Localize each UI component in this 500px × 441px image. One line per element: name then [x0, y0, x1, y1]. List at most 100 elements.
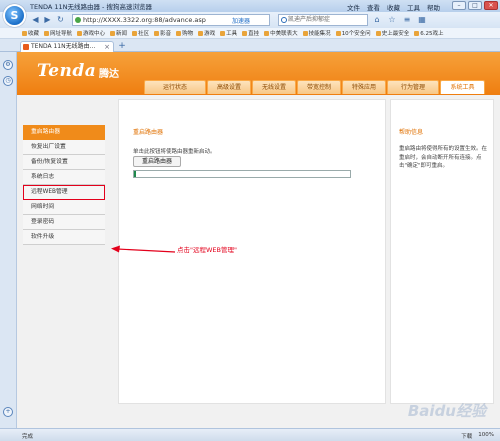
- gear-icon[interactable]: ⚙: [3, 60, 13, 70]
- router-page: Tenda 腾达 运行状态 高级设置 无线设置 带宽控制 特殊应用 行为管理 系统工具 重启…: [17, 52, 500, 428]
- panel-description: 单击此按钮将使路由器重新启动。: [133, 149, 216, 155]
- favorites-item[interactable]: 直挂: [242, 29, 259, 37]
- nav-tab[interactable]: 特殊应用: [342, 80, 386, 94]
- home-icon[interactable]: ⌂: [372, 15, 382, 25]
- folder-icon: [77, 30, 83, 36]
- back-icon[interactable]: ◀: [30, 15, 41, 25]
- help-panel: 帮助信息 重启路由将使得所有的设置生效。在重启时，会自动断开所有连接。点击"确定…: [390, 99, 494, 404]
- address-row: ◀ ▶ ↻ http://XXXX.3322.org:88/advance.as…: [0, 12, 500, 28]
- refresh-icon[interactable]: ↻: [55, 15, 66, 25]
- favorites-item[interactable]: 收藏: [22, 29, 39, 37]
- nav-tab[interactable]: 运行状态: [144, 80, 206, 94]
- folder-icon: [110, 30, 116, 36]
- favorites-item[interactable]: 10个安全问: [335, 29, 371, 37]
- nav-tab[interactable]: 无线设置: [252, 80, 296, 94]
- favorites-item[interactable]: 中美联表大: [264, 29, 298, 37]
- folder-icon: [176, 30, 182, 36]
- window-title: TENDA 11N无线路由器 - 搜狗高速浏览器: [30, 3, 152, 11]
- nav-tab[interactable]: 行为管理: [387, 80, 439, 94]
- side-menu: 重启路由器 恢复出厂设置 备份/恢复设置 系统日志 远程WEB管理 网络时间 登录密码 软件升…: [23, 125, 105, 245]
- side-menu-item[interactable]: 恢复出厂设置: [23, 140, 105, 155]
- favorites-item[interactable]: 购物: [176, 29, 193, 37]
- title-bar: TENDA 11N无线路由器 - 搜狗高速浏览器 文件 查看 收藏 工具 帮助 …: [0, 0, 500, 12]
- browser-logo-icon[interactable]: S: [3, 4, 26, 27]
- address-url: http://XXXX.3322.org:88/advance.asp: [83, 16, 206, 24]
- tenda-logo-cn: 腾达: [99, 69, 119, 80]
- folder-icon: [132, 30, 138, 36]
- search-text: 凯迪产后抑郁症: [288, 16, 331, 23]
- favorites-bar: 收藏 网址导航 游戏中心 新闻 社区 影音 购物 游戏 工具 直挂 中美联表大 …: [0, 28, 500, 39]
- side-menu-item[interactable]: 登录密码: [23, 215, 105, 230]
- favorites-item[interactable]: 游戏: [198, 29, 215, 37]
- folder-icon: [154, 30, 160, 36]
- favorites-item[interactable]: 影音: [154, 29, 171, 37]
- side-menu-item[interactable]: 软件升级: [23, 230, 105, 245]
- progress-fill: [134, 171, 137, 177]
- forward-icon[interactable]: ▶: [42, 15, 53, 25]
- star-icon: [22, 30, 27, 36]
- annotation-text: 点击"远程WEB管理": [177, 246, 237, 254]
- search-input[interactable]: 凯迪产后抑郁症: [278, 14, 368, 26]
- folder-icon: [335, 30, 341, 36]
- secure-icon: [75, 17, 81, 23]
- router-nav: 运行状态 高级设置 无线设置 带宽控制 特殊应用 行为管理 系统工具: [144, 80, 485, 94]
- tab-bar: TENDA 11N无线路由... × +: [0, 39, 500, 52]
- router-content: 重启路由器 恢复出厂设置 备份/恢复设置 系统日志 远程WEB管理 网络时间 登录密码 软件升…: [17, 95, 500, 428]
- favorites-item[interactable]: 工具: [220, 29, 237, 37]
- folder-icon: [264, 30, 270, 36]
- grid-icon[interactable]: ▦: [417, 15, 427, 25]
- browser-tab[interactable]: TENDA 11N无线路由... ×: [20, 41, 114, 52]
- window-controls: – □ ✕: [452, 1, 498, 10]
- download-status[interactable]: 下载: [461, 432, 472, 440]
- favorites-item[interactable]: 社区: [132, 29, 149, 37]
- side-menu-item[interactable]: 备份/恢复设置: [23, 155, 105, 170]
- reboot-button[interactable]: 重启路由器: [133, 156, 181, 167]
- zoom-level[interactable]: 100%: [478, 432, 494, 440]
- tenda-favicon-icon: [23, 44, 29, 50]
- side-menu-item[interactable]: 远程WEB管理: [23, 185, 105, 200]
- folder-icon: [44, 30, 50, 36]
- favorites-item[interactable]: 6.25戏上: [414, 29, 443, 37]
- folder-icon: [242, 30, 248, 36]
- folder-icon: [375, 30, 381, 36]
- clock-icon[interactable]: ◷: [3, 76, 13, 86]
- minimize-button[interactable]: –: [452, 1, 466, 10]
- favorites-item[interactable]: 网址导航: [44, 29, 72, 37]
- router-header: Tenda 腾达 运行状态 高级设置 无线设置 带宽控制 特殊应用 行为管理 系统工具: [17, 52, 500, 95]
- side-toolbar: ⚙ ◷ +: [0, 52, 17, 428]
- tenda-logo: Tenda: [37, 61, 97, 81]
- tab-label: TENDA 11N无线路由...: [31, 43, 96, 50]
- reboot-progress: [133, 170, 351, 178]
- favorites-item[interactable]: 技能集况: [302, 29, 331, 37]
- folder-icon: [198, 30, 204, 36]
- side-menu-item[interactable]: 重启路由器: [23, 125, 105, 140]
- nav-tab[interactable]: 带宽控制: [297, 80, 341, 94]
- add-icon[interactable]: +: [3, 407, 13, 417]
- star-icon[interactable]: ☆: [387, 15, 397, 25]
- menu-view[interactable]: 查看: [367, 2, 380, 12]
- favorites-item[interactable]: 新闻: [110, 29, 127, 37]
- menu-favorites[interactable]: 收藏: [387, 2, 400, 12]
- menu-icon[interactable]: ≡: [402, 15, 412, 25]
- tab-close-icon[interactable]: ×: [104, 42, 110, 52]
- annotation-arrow-icon: [111, 245, 176, 253]
- menu-bar: 文件 查看 收藏 工具 帮助: [347, 2, 440, 12]
- folder-icon: [302, 30, 308, 36]
- favorites-item[interactable]: 游戏中心: [77, 29, 105, 37]
- maximize-button[interactable]: □: [468, 1, 482, 10]
- accelerator-button[interactable]: 加速器: [232, 16, 250, 25]
- folder-icon: [414, 30, 420, 36]
- menu-file[interactable]: 文件: [347, 2, 360, 12]
- side-menu-item[interactable]: 网络时间: [23, 200, 105, 215]
- toolbar-buttons: ⌂ ☆ ≡ ▦: [372, 15, 427, 25]
- search-icon: [281, 17, 287, 23]
- folder-icon: [220, 30, 226, 36]
- new-tab-icon[interactable]: +: [117, 42, 127, 51]
- close-button[interactable]: ✕: [484, 1, 498, 10]
- favorites-item[interactable]: 史上最安全: [375, 29, 409, 37]
- menu-tools[interactable]: 工具: [407, 2, 420, 12]
- menu-help[interactable]: 帮助: [427, 2, 440, 12]
- side-menu-item[interactable]: 系统日志: [23, 170, 105, 185]
- nav-tab[interactable]: 高级设置: [207, 80, 251, 94]
- nav-tab[interactable]: 系统工具: [440, 80, 485, 94]
